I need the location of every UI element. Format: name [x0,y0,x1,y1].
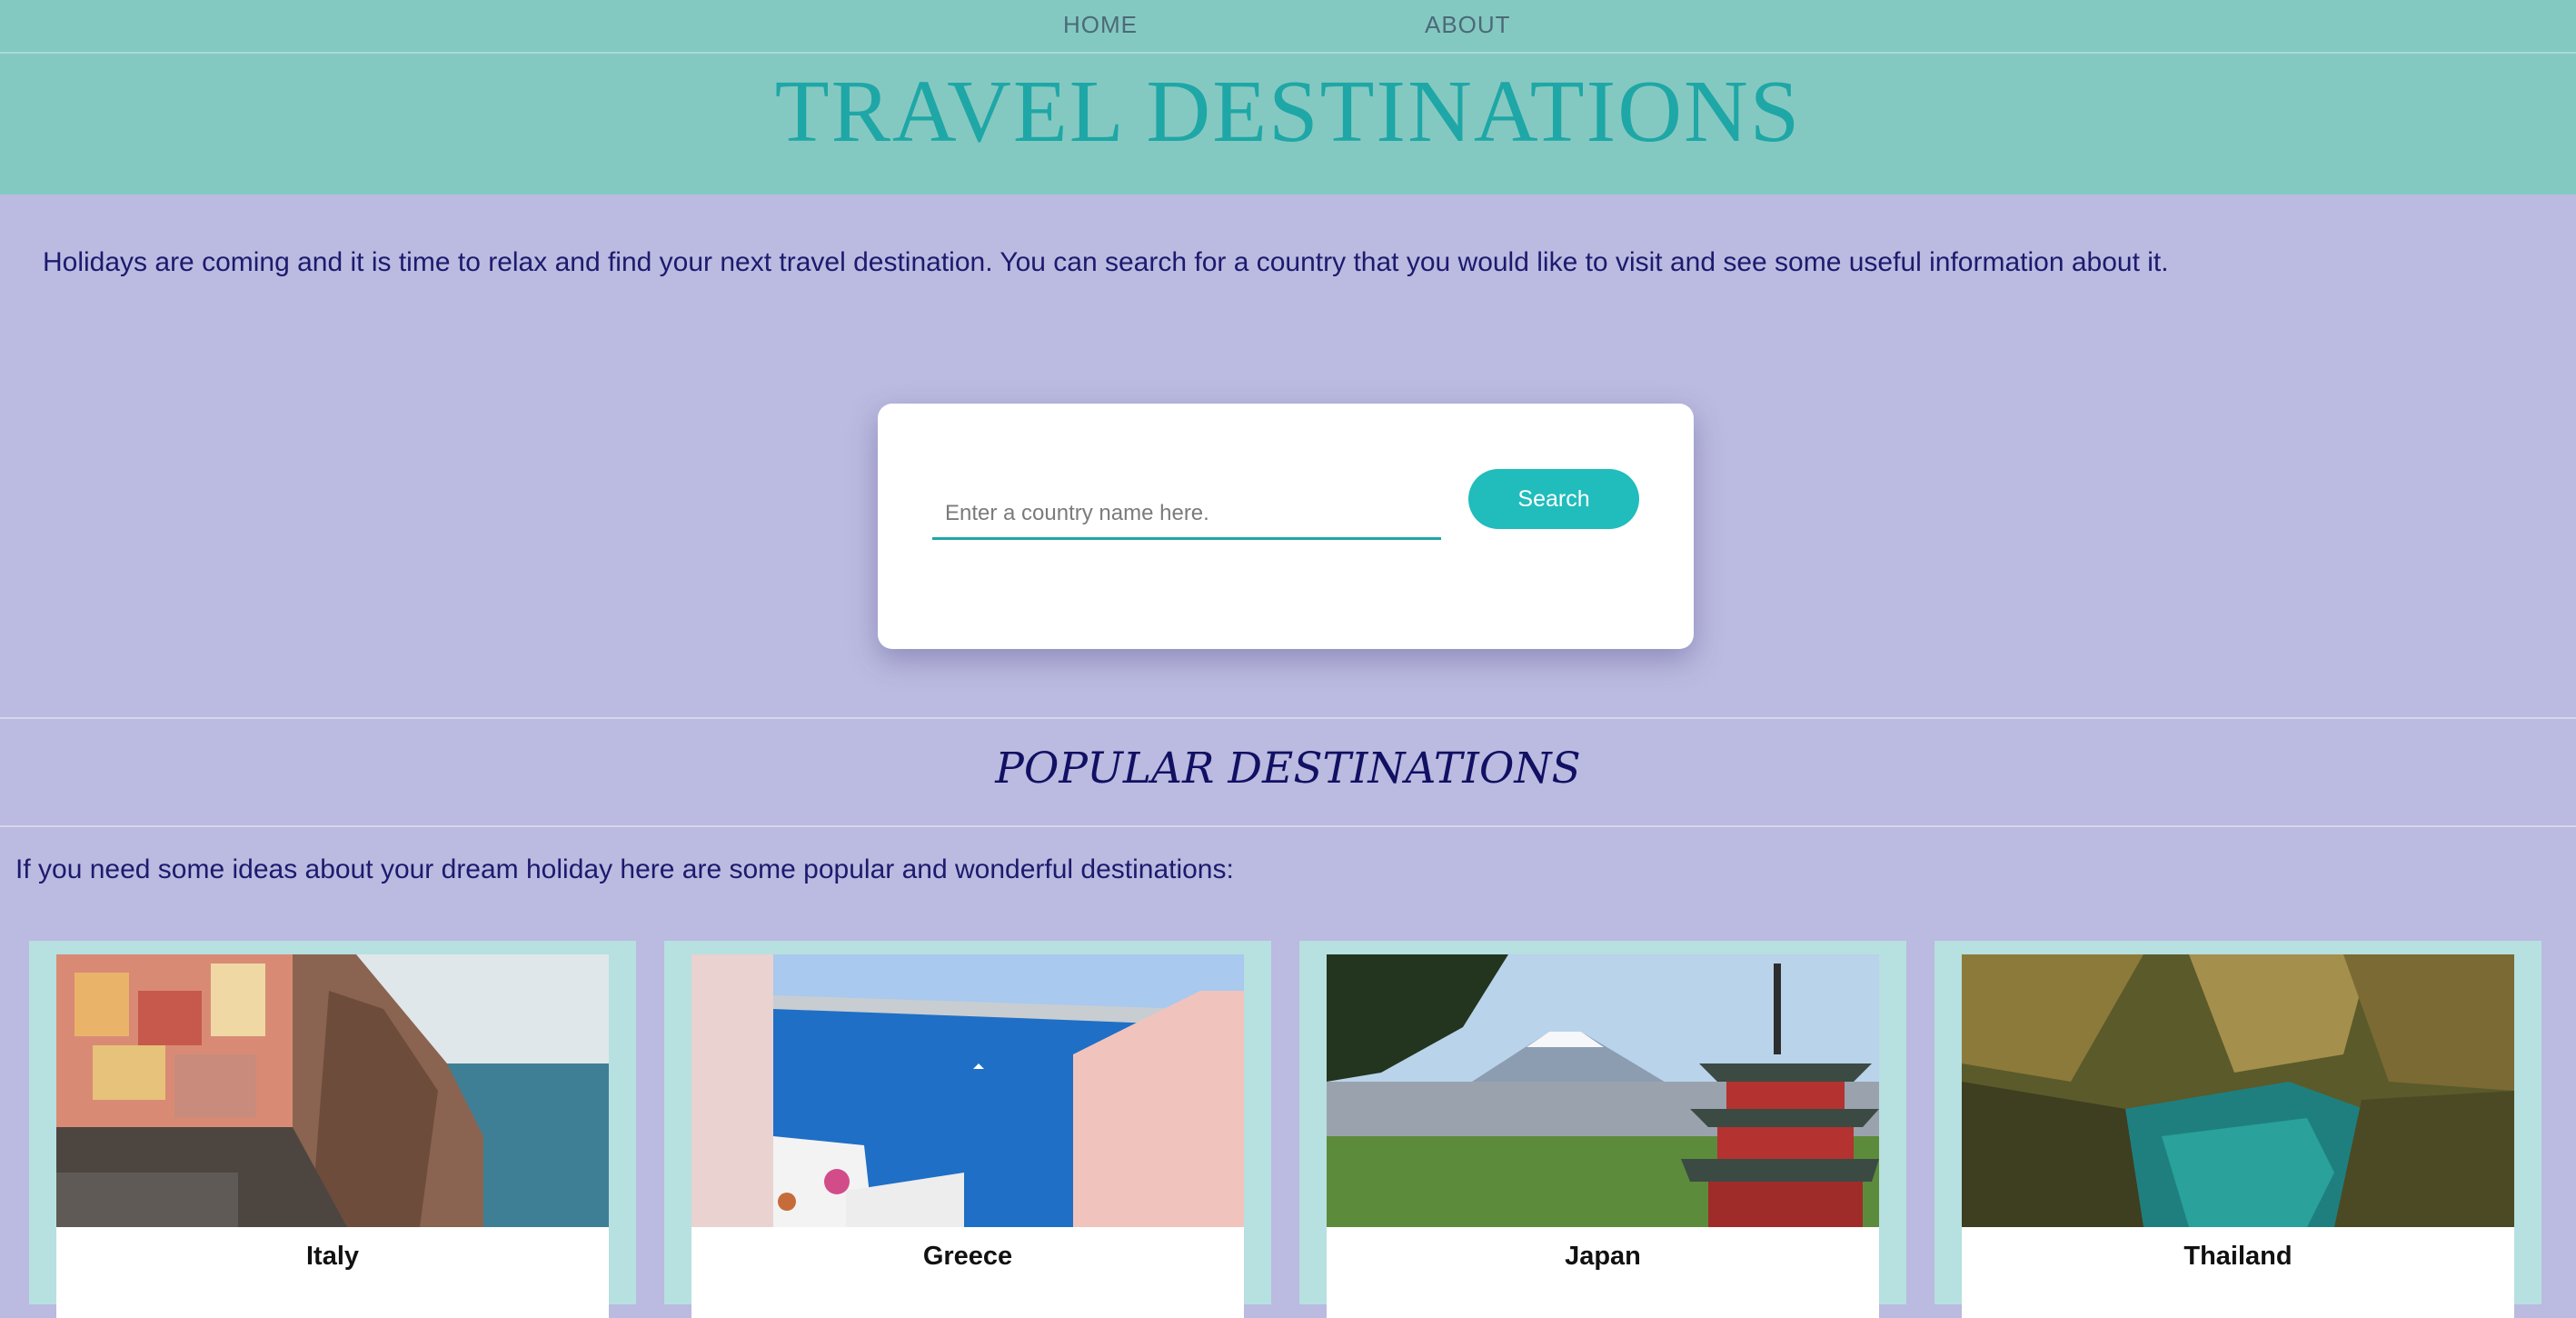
card-label-thailand: Thailand [2183,1242,2293,1271]
destination-card-greece[interactable]: Greece [664,941,1271,1318]
country-search-input[interactable] [932,490,1441,540]
thailand-image [1962,954,2514,1227]
nav-about-link[interactable]: ABOUT [1425,11,1511,39]
card-label-italy: Italy [305,1242,360,1271]
section-divider-top [0,717,2576,719]
japan-label-box: Japan [1327,1227,1879,1318]
page-title: TRAVEL DESTINATIONS [774,63,1802,161]
popular-intro-text: If you need some ideas about your dream … [15,854,1234,884]
destination-card-thailand[interactable]: Thailand [1934,941,2541,1318]
card-label-japan: Japan [1565,1242,1641,1271]
card-label-greece: Greece [922,1242,1013,1271]
search-card: Search [878,404,1694,649]
italy-image [56,954,609,1227]
japan-image [1327,954,1879,1227]
destination-card-japan[interactable]: Japan [1299,941,1906,1318]
intro-text: Holidays are coming and it is time to re… [43,247,2169,277]
section-divider-bottom [0,825,2576,827]
search-button[interactable]: Search [1468,469,1639,529]
destination-card-italy[interactable]: Italy [29,941,636,1318]
greece-image [691,954,1244,1227]
italy-label-box: Italy [56,1227,609,1318]
thailand-label-box: Thailand [1962,1227,2514,1318]
nav-home-link[interactable]: HOME [1063,11,1138,39]
popular-destinations-title: POPULAR DESTINATIONS [995,744,1581,794]
page-header: TRAVEL DESTINATIONS [0,54,2576,195]
top-nav: HOME ABOUT [0,0,2576,54]
greece-label-box: Greece [691,1227,1244,1318]
